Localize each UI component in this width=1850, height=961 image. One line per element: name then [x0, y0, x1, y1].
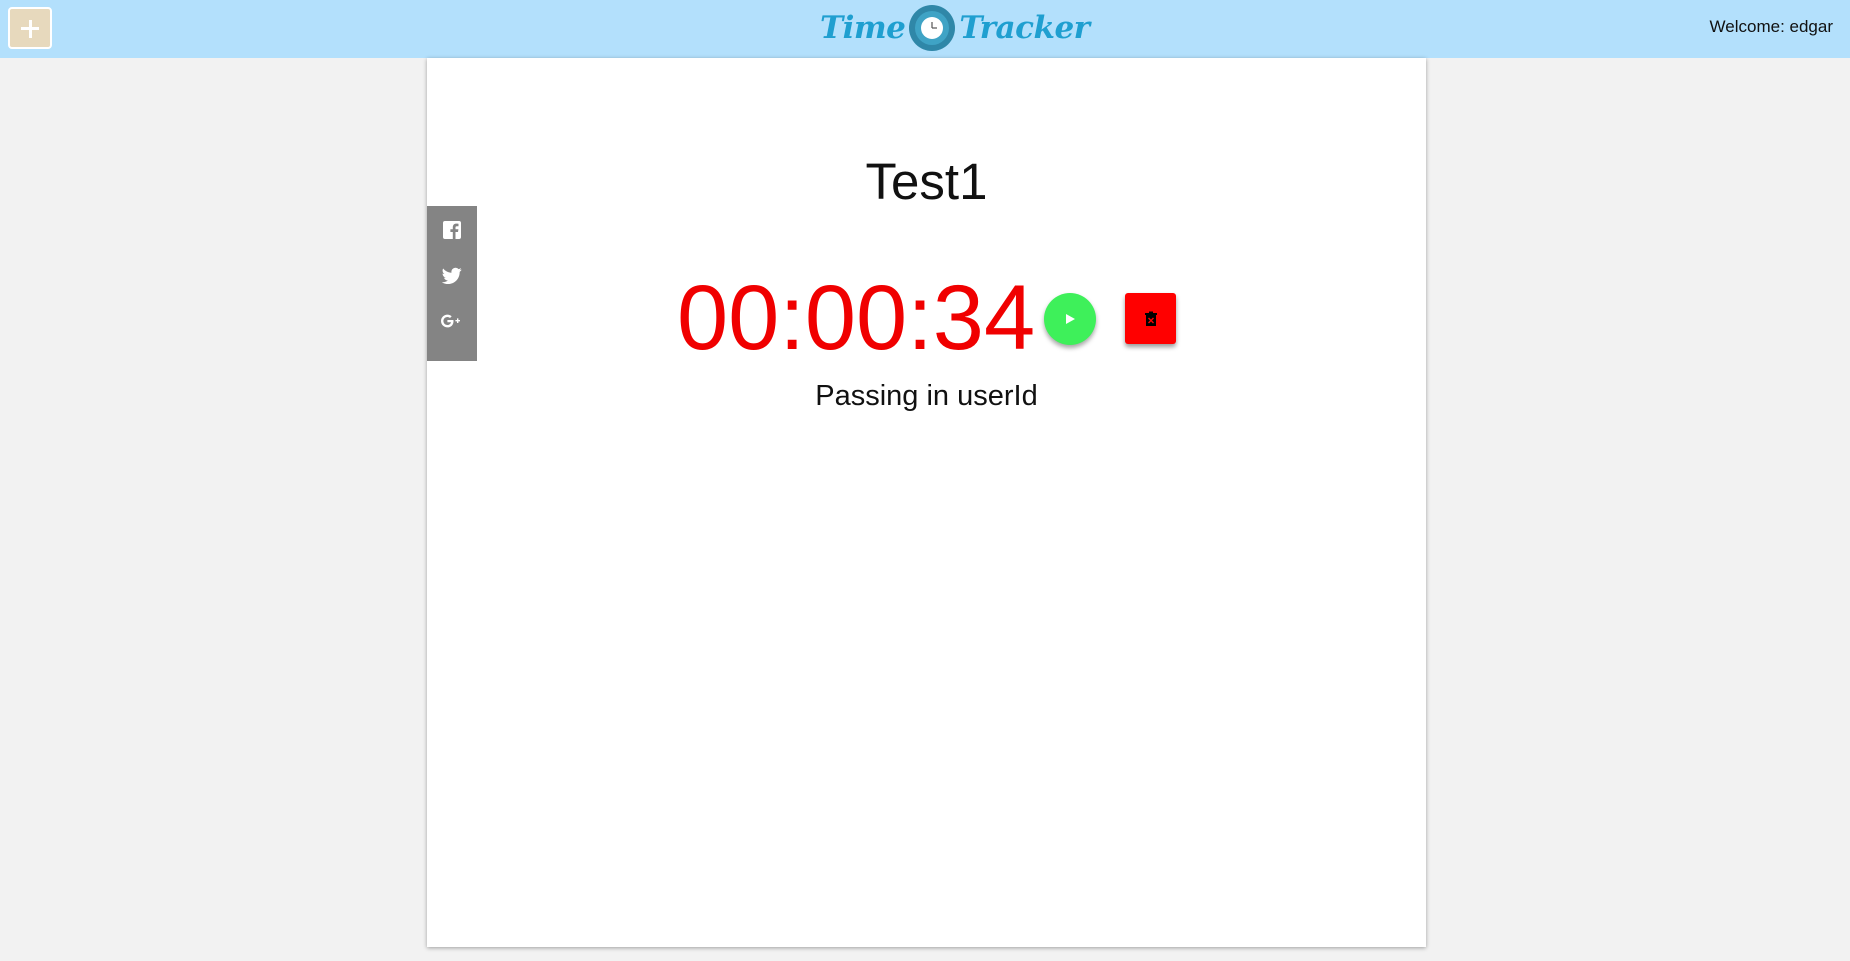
welcome-user-text: Welcome: edgar — [1709, 17, 1833, 36]
trash-icon — [1144, 311, 1157, 326]
facebook-icon — [443, 221, 461, 239]
facebook-share-button[interactable] — [442, 220, 462, 240]
play-icon — [1066, 314, 1075, 324]
elapsed-time: 00:00:34 — [677, 267, 1036, 369]
delete-button[interactable] — [1125, 293, 1176, 344]
google-plus-icon — [441, 314, 460, 328]
google-plus-share-button[interactable] — [440, 311, 464, 331]
timer-description: Passing in userId — [815, 380, 1038, 412]
add-timer-button[interactable] — [8, 7, 52, 49]
timer-card: Test1 00:00:34 Passing in userId — [427, 58, 1426, 947]
logo-text-tracker: Tracker — [959, 10, 1090, 46]
app-logo: Time Tracker — [820, 2, 1090, 54]
twitter-share-button[interactable] — [442, 266, 462, 286]
play-button[interactable] — [1044, 293, 1096, 345]
twitter-icon — [442, 267, 462, 284]
clock-icon — [909, 5, 956, 51]
timer-row: 00:00:34 — [427, 263, 1426, 373]
logo-text-time: Time — [820, 10, 906, 46]
social-share-bar — [427, 206, 477, 361]
top-bar: Time Tracker Welcome: edgar — [0, 0, 1850, 58]
timer-title: Test1 — [865, 153, 988, 210]
